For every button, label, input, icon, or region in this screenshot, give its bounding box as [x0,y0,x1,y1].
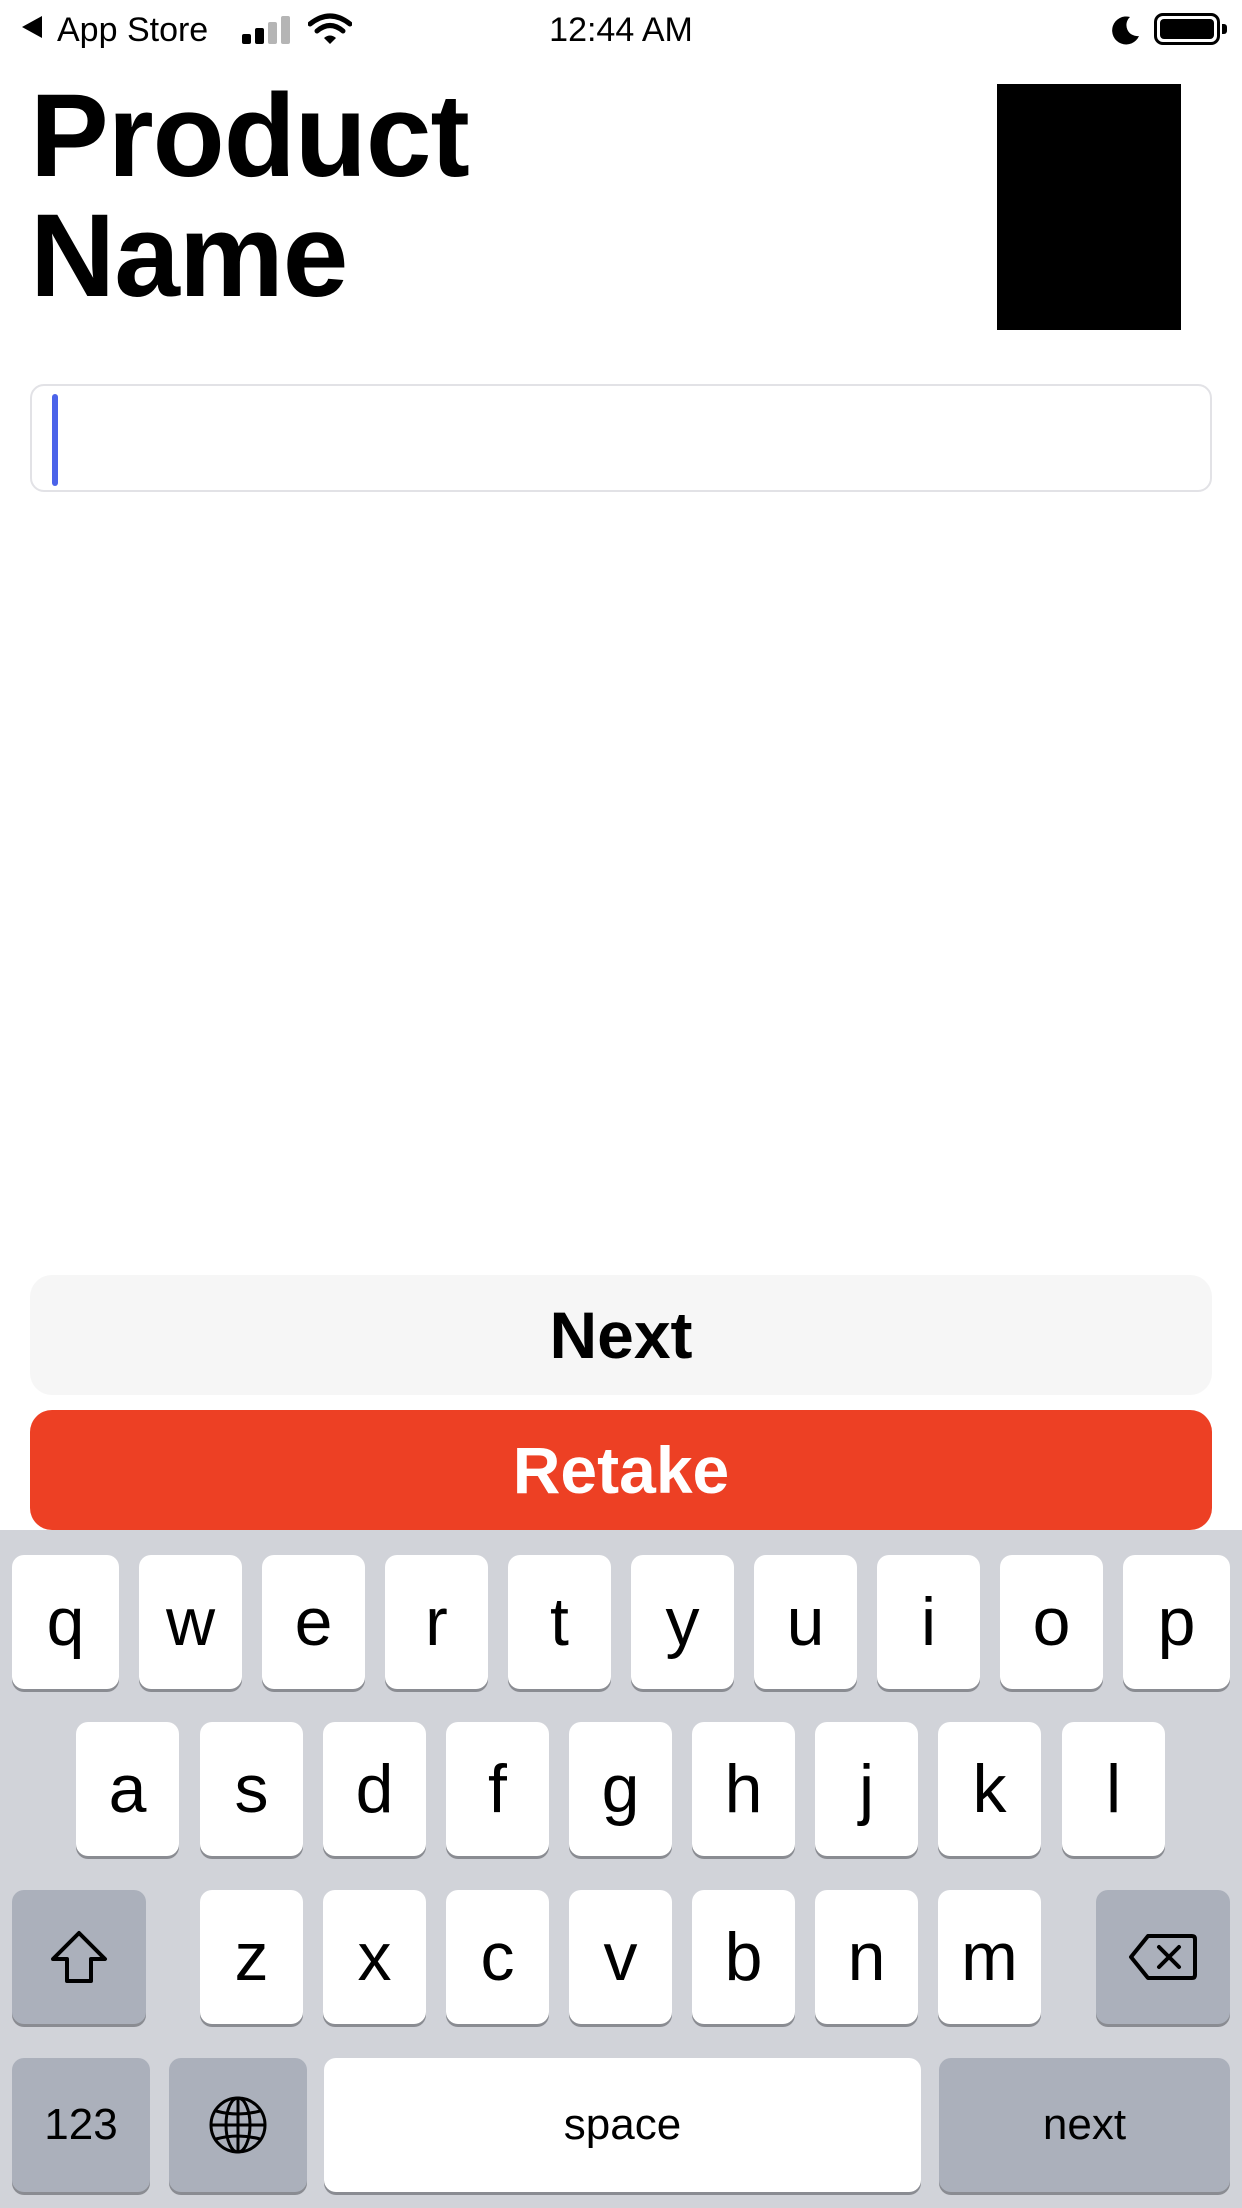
key-i[interactable]: i [877,1555,980,1689]
key-u[interactable]: u [754,1555,857,1689]
key-o[interactable]: o [1000,1555,1103,1689]
battery-icon [1154,13,1227,45]
key-p[interactable]: p [1123,1555,1230,1689]
key-m[interactable]: m [938,1890,1041,2024]
globe-key[interactable] [169,2058,307,2192]
delete-key[interactable] [1096,1890,1230,2024]
key-w[interactable]: w [139,1555,242,1689]
key-k[interactable]: k [938,1722,1041,1856]
key-l[interactable]: l [1062,1722,1165,1856]
key-d[interactable]: d [323,1722,426,1856]
key-a[interactable]: a [76,1722,179,1856]
key-c[interactable]: c [446,1890,549,2024]
page-title: Product Name [30,70,470,322]
text-caret [52,394,58,486]
key-b[interactable]: b [692,1890,795,2024]
key-e[interactable]: e [262,1555,365,1689]
next-button[interactable]: Next [30,1275,1212,1395]
clock: 12:44 AM [549,11,693,49]
delete-icon [1129,1934,1197,1980]
status-bar: App Store 12:44 AM [0,0,1242,60]
product-name-input[interactable] [30,384,1212,492]
product-photo-thumbnail [997,84,1181,330]
keyboard: q w e r t y u i o p a s d f g h j k l z … [0,1530,1242,2208]
do-not-disturb-moon-icon [1112,16,1139,45]
key-f[interactable]: f [446,1722,549,1856]
globe-icon [209,2096,267,2154]
key-s[interactable]: s [200,1722,303,1856]
numbers-key[interactable]: 123 [12,2058,150,2192]
key-y[interactable]: y [631,1555,734,1689]
key-r[interactable]: r [385,1555,488,1689]
key-h[interactable]: h [692,1722,795,1856]
key-x[interactable]: x [323,1890,426,2024]
return-next-key[interactable]: next [939,2058,1230,2192]
key-g[interactable]: g [569,1722,672,1856]
key-j[interactable]: j [815,1722,918,1856]
key-q[interactable]: q [12,1555,119,1689]
shift-icon [51,1931,107,1983]
key-t[interactable]: t [508,1555,611,1689]
key-v[interactable]: v [569,1890,672,2024]
space-key[interactable]: space [324,2058,921,2192]
shift-key[interactable] [12,1890,146,2024]
retake-button[interactable]: Retake [30,1410,1212,1530]
key-n[interactable]: n [815,1890,918,2024]
key-z[interactable]: z [200,1890,303,2024]
